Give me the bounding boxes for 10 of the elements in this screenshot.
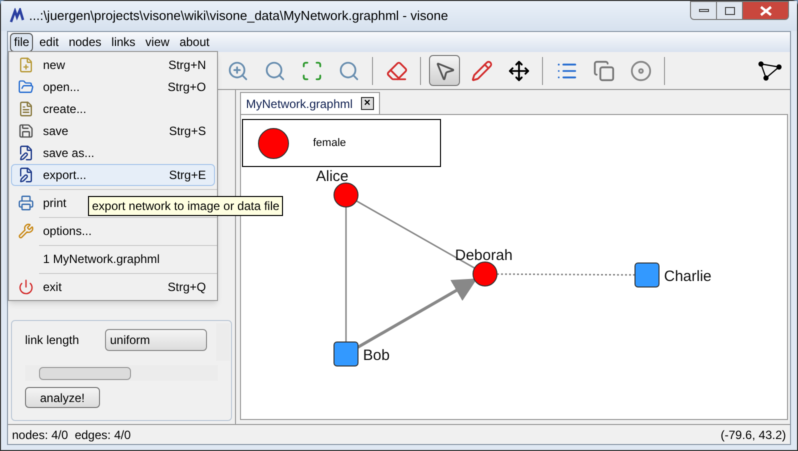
coordinates-text: (-79.6, 43.2) [720,426,786,444]
tooltip: export network to image or data file [88,196,284,216]
status-text: nodes: 4/0 edges: 4/0 [12,426,131,444]
node-label: Alice [316,168,349,185]
window-title: ...:\juergen\projects\visone\wiki\visone_data\MyNetwork.graphml - visone [29,7,448,26]
node-label: Deborah [455,247,513,264]
node-label: Bob [363,347,390,364]
legend-label: female [313,136,346,151]
field-label: link length [25,332,80,349]
node-label: Charlie [664,268,712,285]
